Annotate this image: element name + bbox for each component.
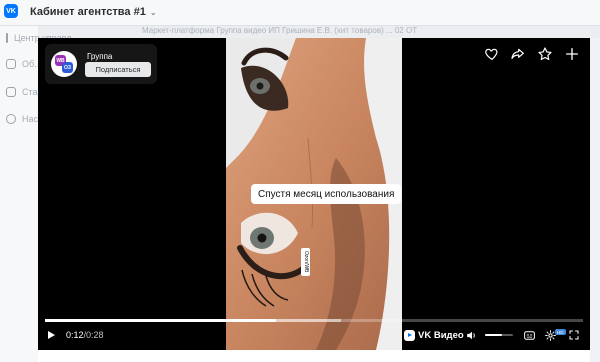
heart-icon[interactable] — [484, 46, 500, 62]
stats-icon — [6, 87, 16, 97]
time-display: 0:12 / 0:28 — [66, 330, 104, 340]
current-time: 0:12 — [66, 330, 84, 340]
play-button[interactable] — [45, 328, 57, 342]
post-area — [38, 350, 590, 362]
avatar[interactable]: WB ОЗ — [51, 51, 77, 77]
right-column — [590, 38, 600, 362]
video-caption: Спустя месяц использования — [251, 184, 402, 204]
vk-video-brand[interactable]: VK Видео — [404, 328, 464, 342]
vk-video-logo-icon — [404, 329, 415, 341]
top-bar: VK Кабинет агентства #1 ⌄ — [0, 0, 600, 26]
volume-button[interactable] — [465, 328, 478, 342]
progress-played — [45, 319, 277, 322]
gear-icon — [6, 114, 16, 124]
vk-logo[interactable]: VK — [4, 4, 18, 18]
play-icon — [48, 331, 55, 339]
video-player[interactable]: Спустя месяц использования Ozon/WB WB ОЗ… — [38, 38, 590, 350]
speaker-icon — [467, 331, 475, 339]
chart-icon — [6, 33, 8, 43]
quality-badge: HD — [555, 329, 566, 335]
subscribe-button[interactable]: Подписаться — [85, 62, 151, 77]
chevron-down-icon: ⌄ — [149, 8, 157, 17]
share-icon[interactable] — [510, 46, 526, 62]
side-tag: Ozon/WB — [301, 248, 310, 276]
subtitles-button[interactable] — [523, 328, 536, 342]
subtitles-icon — [524, 330, 535, 340]
fullscreen-icon — [569, 330, 579, 340]
cabinet-title[interactable]: Кабинет агентства #1 ⌄ — [30, 6, 157, 18]
sidebar: Центр управл. Об... Ста... Нас... — [0, 26, 74, 362]
volume-level — [485, 334, 502, 336]
duration: 0:28 — [86, 330, 104, 340]
add-icon[interactable] — [564, 46, 580, 62]
folder-icon — [6, 59, 16, 69]
group-card: WB ОЗ Группа Подписаться — [45, 44, 157, 84]
group-name[interactable]: Группа — [87, 52, 112, 61]
volume-slider[interactable] — [485, 334, 513, 336]
star-icon[interactable] — [537, 46, 553, 62]
fullscreen-button[interactable] — [568, 328, 580, 342]
progress-bar[interactable] — [45, 319, 583, 322]
